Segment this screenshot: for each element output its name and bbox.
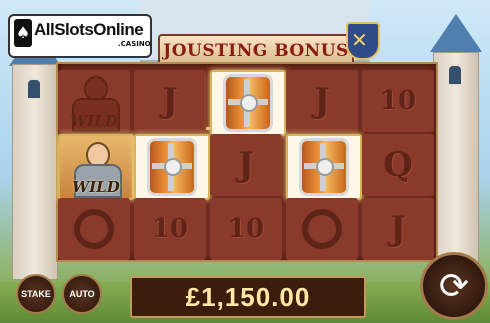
reel-cell: WILD (58, 70, 130, 132)
spin-icon: ⟳ (438, 265, 470, 307)
symbol-10: 10 (227, 214, 265, 244)
reel-cell: J (210, 134, 282, 196)
knight-icon: WILD (58, 70, 130, 132)
right-tower (433, 52, 479, 280)
reel-cell (134, 134, 210, 200)
symbol-10: 10 (151, 214, 189, 244)
shield-icon (299, 138, 349, 196)
spade-card-icon: ♠ (14, 19, 32, 47)
reel-cell (58, 198, 130, 260)
reel-cell (286, 198, 358, 260)
reel-cell: J (286, 70, 358, 132)
logo-text: AllSlotsOnline (34, 20, 144, 39)
wild-label: WILD (72, 178, 120, 196)
symbol-j: J (161, 81, 179, 121)
reel-cell (210, 70, 286, 136)
symbol-j: J (313, 81, 331, 121)
win-amount: £1,150.00 (130, 276, 366, 318)
knight-icon: WILD (60, 136, 132, 198)
shield-icon (223, 74, 273, 132)
knot-icon (302, 209, 342, 249)
stake-button[interactable]: STAKE (16, 274, 56, 314)
reel-cell: J (134, 70, 206, 132)
right-tower-roof (430, 14, 482, 52)
symbol-q: Q (383, 145, 413, 185)
symbol-10: 10 (379, 86, 417, 116)
reel-cell: J (362, 198, 434, 260)
wild-label: WILD (70, 112, 118, 130)
knot-icon (74, 209, 114, 249)
right-tower-window (447, 64, 463, 86)
reel-cell: 10 (210, 198, 282, 260)
symbol-j: J (389, 209, 407, 249)
reel-cell (286, 134, 362, 200)
spin-button[interactable]: ⟳ (420, 252, 488, 320)
left-tower-window (26, 78, 42, 100)
reel-cell: Q (362, 134, 434, 196)
crossed-swords-icon: ✕ (351, 28, 368, 52)
logo-subtext: .CASINO (118, 40, 151, 48)
auto-button[interactable]: AUTO (62, 274, 102, 314)
shield-icon (147, 138, 197, 196)
reel-cell: WILD (58, 134, 134, 200)
reel-cell: 10 (362, 70, 434, 132)
symbol-j: J (237, 145, 255, 185)
reel-cell: 10 (134, 198, 206, 260)
